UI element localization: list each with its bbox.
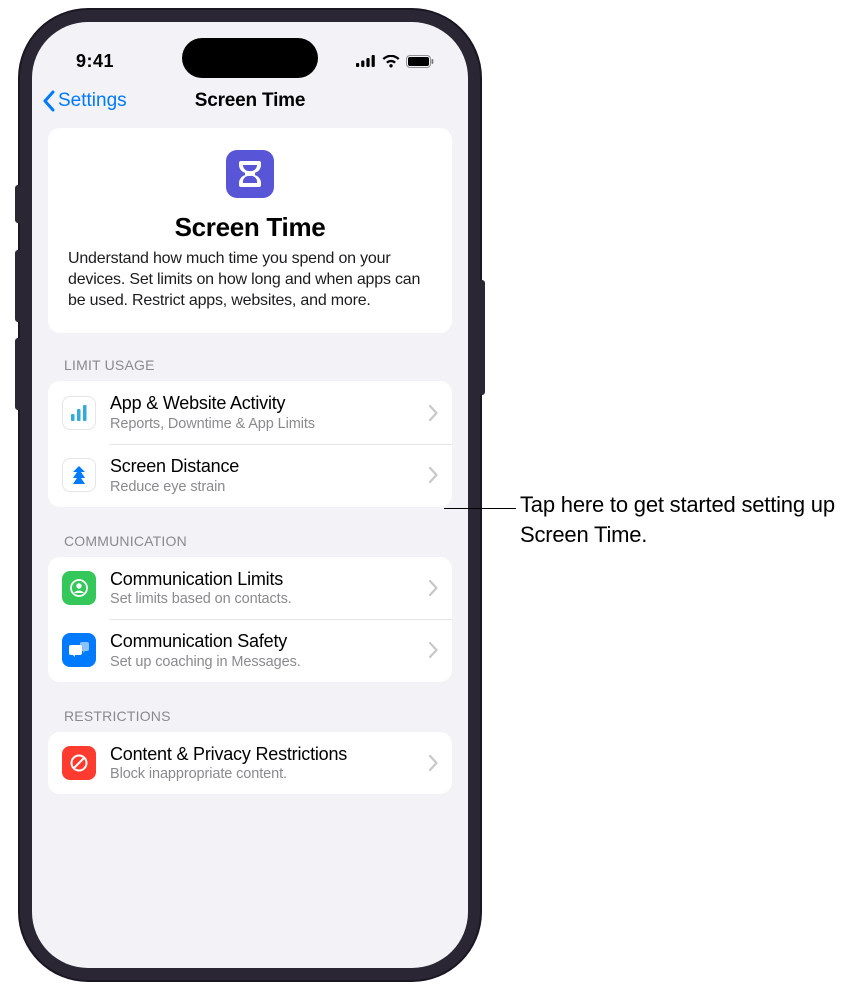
row-title: Communication Safety [110,631,429,653]
chevron-right-icon [429,580,438,596]
back-button[interactable]: Settings [42,90,127,112]
chevron-right-icon [429,405,438,421]
message-bubble-icon [62,633,96,667]
row-subtitle: Set limits based on contacts. [110,591,429,607]
callout-text: Tap here to get started setting up Scree… [520,490,844,549]
nav-title: Screen Time [195,90,305,112]
row-text: Communication Safety Set up coaching in … [110,627,429,674]
hero-title: Screen Time [68,212,432,243]
row-communication-limits[interactable]: Communication Limits Set limits based on… [48,557,452,620]
power-button [479,280,485,395]
hero-card: Screen Time Understand how much time you… [48,128,452,333]
screen-distance-icon [62,458,96,492]
row-app-website-activity[interactable]: App & Website Activity Reports, Downtime… [48,381,452,444]
row-subtitle: Set up coaching in Messages. [110,654,429,670]
volume-down-button [15,338,21,410]
list-group-communication: Communication Limits Set limits based on… [48,557,452,682]
activity-chart-icon [62,396,96,430]
row-text: Content & Privacy Restrictions Block ina… [110,740,429,787]
chevron-right-icon [429,755,438,771]
chevron-right-icon [429,642,438,658]
screen: 9:41 Settings Screen Time Screen Time Un… [32,22,468,968]
dynamic-island [182,38,318,78]
chevron-right-icon [429,467,438,483]
content: Screen Time Understand how much time you… [32,128,468,794]
row-screen-distance[interactable]: Screen Distance Reduce eye strain [48,444,452,507]
status-time: 9:41 [76,51,114,72]
list-group-restrictions: Content & Privacy Restrictions Block ina… [48,732,452,795]
section-header-limit-usage: LIMIT USAGE [48,357,452,381]
silence-switch [15,185,21,223]
callout-line [444,508,516,509]
cellular-icon [356,55,376,67]
wifi-icon [382,55,400,68]
row-title: App & Website Activity [110,393,429,415]
back-label: Settings [58,90,127,112]
row-title: Screen Distance [110,456,429,478]
nav-bar: Settings Screen Time [32,82,468,128]
section-header-restrictions: RESTRICTIONS [48,708,452,732]
battery-icon [406,55,434,68]
row-subtitle: Reduce eye strain [110,479,429,495]
row-text: App & Website Activity Reports, Downtime… [110,389,429,436]
row-communication-safety[interactable]: Communication Safety Set up coaching in … [48,619,452,682]
row-subtitle: Reports, Downtime & App Limits [110,416,429,432]
contact-icon [62,571,96,605]
row-subtitle: Block inappropriate content. [110,766,429,782]
restriction-icon [62,746,96,780]
phone-frame: 9:41 Settings Screen Time Screen Time Un… [20,10,480,980]
row-content-privacy-restrictions[interactable]: Content & Privacy Restrictions Block ina… [48,732,452,795]
section-header-communication: COMMUNICATION [48,533,452,557]
status-icons [356,55,434,68]
chevron-left-icon [42,90,56,112]
hero-description: Understand how much time you spend on yo… [68,249,432,311]
list-group-limit-usage: App & Website Activity Reports, Downtime… [48,381,452,506]
volume-up-button [15,250,21,322]
row-title: Content & Privacy Restrictions [110,744,429,766]
row-title: Communication Limits [110,569,429,591]
screen-time-hourglass-icon [226,150,274,198]
row-text: Screen Distance Reduce eye strain [110,452,429,499]
row-text: Communication Limits Set limits based on… [110,565,429,612]
